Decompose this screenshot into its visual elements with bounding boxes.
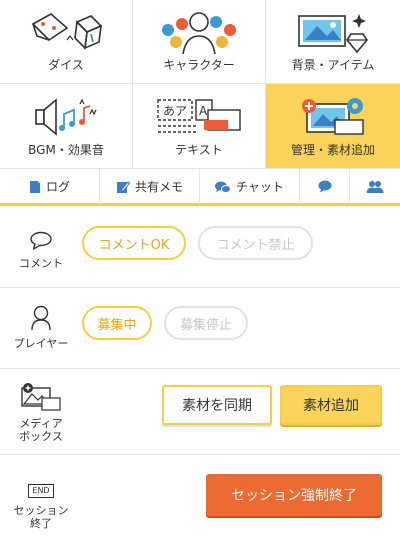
player-setting-row: プレイヤー 募集中 募集停止 xyxy=(0,289,400,369)
speaker-music-icon xyxy=(35,98,97,136)
manage-add-icon xyxy=(302,98,364,135)
end-icon-text: END xyxy=(32,486,50,495)
tab-shared-memo[interactable]: 共有メモ xyxy=(100,169,200,204)
comment-setting-label: コメント xyxy=(19,257,63,270)
menu-bgm-sound-label: BGM・効果音 xyxy=(28,143,104,157)
media-box-icon xyxy=(21,383,61,411)
tab-players[interactable] xyxy=(350,169,400,204)
log-icon xyxy=(29,180,40,193)
menu-background-items-label: 背景・アイテム xyxy=(291,58,375,72)
add-assets-button[interactable]: 素材追加 xyxy=(280,385,382,425)
tab-comment[interactable] xyxy=(300,169,350,204)
session-end-label-line1: セッション xyxy=(13,504,69,517)
end-icon: END xyxy=(28,484,54,498)
menu-manage-add[interactable]: 管理・素材追加 xyxy=(266,84,400,168)
menu-bgm-sound[interactable]: BGM・効果音 xyxy=(0,84,132,168)
menu-background-items[interactable]: 背景・アイテム xyxy=(266,0,400,83)
tab-log-label: ログ xyxy=(45,180,70,194)
comment-ok-button[interactable]: コメントOK xyxy=(82,226,186,260)
force-end-session-button[interactable]: セッション強制終了 xyxy=(206,474,382,516)
session-end-label-line2: 終了 xyxy=(30,517,52,530)
character-icon xyxy=(162,12,236,55)
asset-menu-grid: ダイス キャラクター 背景・アイテム BGM・効果音 あア A テキスト 管理・… xyxy=(0,0,400,168)
tab-shared-memo-label: 共有メモ xyxy=(134,180,183,194)
dice-icon xyxy=(31,13,103,50)
svg-text:あア: あア xyxy=(163,104,187,118)
media-box-label-line1: メディア xyxy=(19,417,63,430)
session-end-row: END セッション 終了 セッション強制終了 xyxy=(0,456,400,543)
player-recruiting-button[interactable]: 募集中 xyxy=(82,306,152,340)
background-image-icon xyxy=(298,14,368,54)
chat-icon xyxy=(215,181,232,193)
tab-bar: ログ 共有メモ チャット xyxy=(0,168,400,206)
player-stopped-button[interactable]: 募集停止 xyxy=(164,306,248,340)
text-icon: あア A xyxy=(157,99,241,133)
menu-text-label: テキスト xyxy=(175,143,223,157)
menu-character-label: キャラクター xyxy=(163,58,235,72)
player-setting-label: プレイヤー xyxy=(13,337,69,350)
svg-text:A: A xyxy=(199,104,208,118)
menu-dice-label: ダイス xyxy=(48,58,84,72)
menu-text[interactable]: あア A テキスト xyxy=(133,84,265,168)
comment-setting-row: コメント コメントOK コメント禁止 xyxy=(0,209,400,288)
menu-manage-add-label: 管理・素材追加 xyxy=(290,143,375,157)
media-box-label: メディア ボックス xyxy=(0,417,82,443)
users-icon xyxy=(366,180,384,193)
comment-forbid-button[interactable]: コメント禁止 xyxy=(198,226,313,260)
menu-character[interactable]: キャラクター xyxy=(133,0,265,83)
menu-dice[interactable]: ダイス xyxy=(0,0,132,83)
tab-chat[interactable]: チャット xyxy=(200,169,300,204)
player-icon xyxy=(31,305,51,331)
comment-bubble-icon xyxy=(318,180,331,193)
sync-assets-button[interactable]: 素材を同期 xyxy=(162,385,272,425)
comment-icon xyxy=(30,231,52,250)
media-box-label-line2: ボックス xyxy=(19,430,63,443)
session-end-label: セッション 終了 xyxy=(0,504,82,530)
media-box-row: メディア ボックス 素材を同期 素材追加 xyxy=(0,370,400,455)
memo-edit-icon xyxy=(116,180,130,193)
tab-log[interactable]: ログ xyxy=(0,169,100,204)
tab-chat-label: チャット xyxy=(236,180,284,194)
